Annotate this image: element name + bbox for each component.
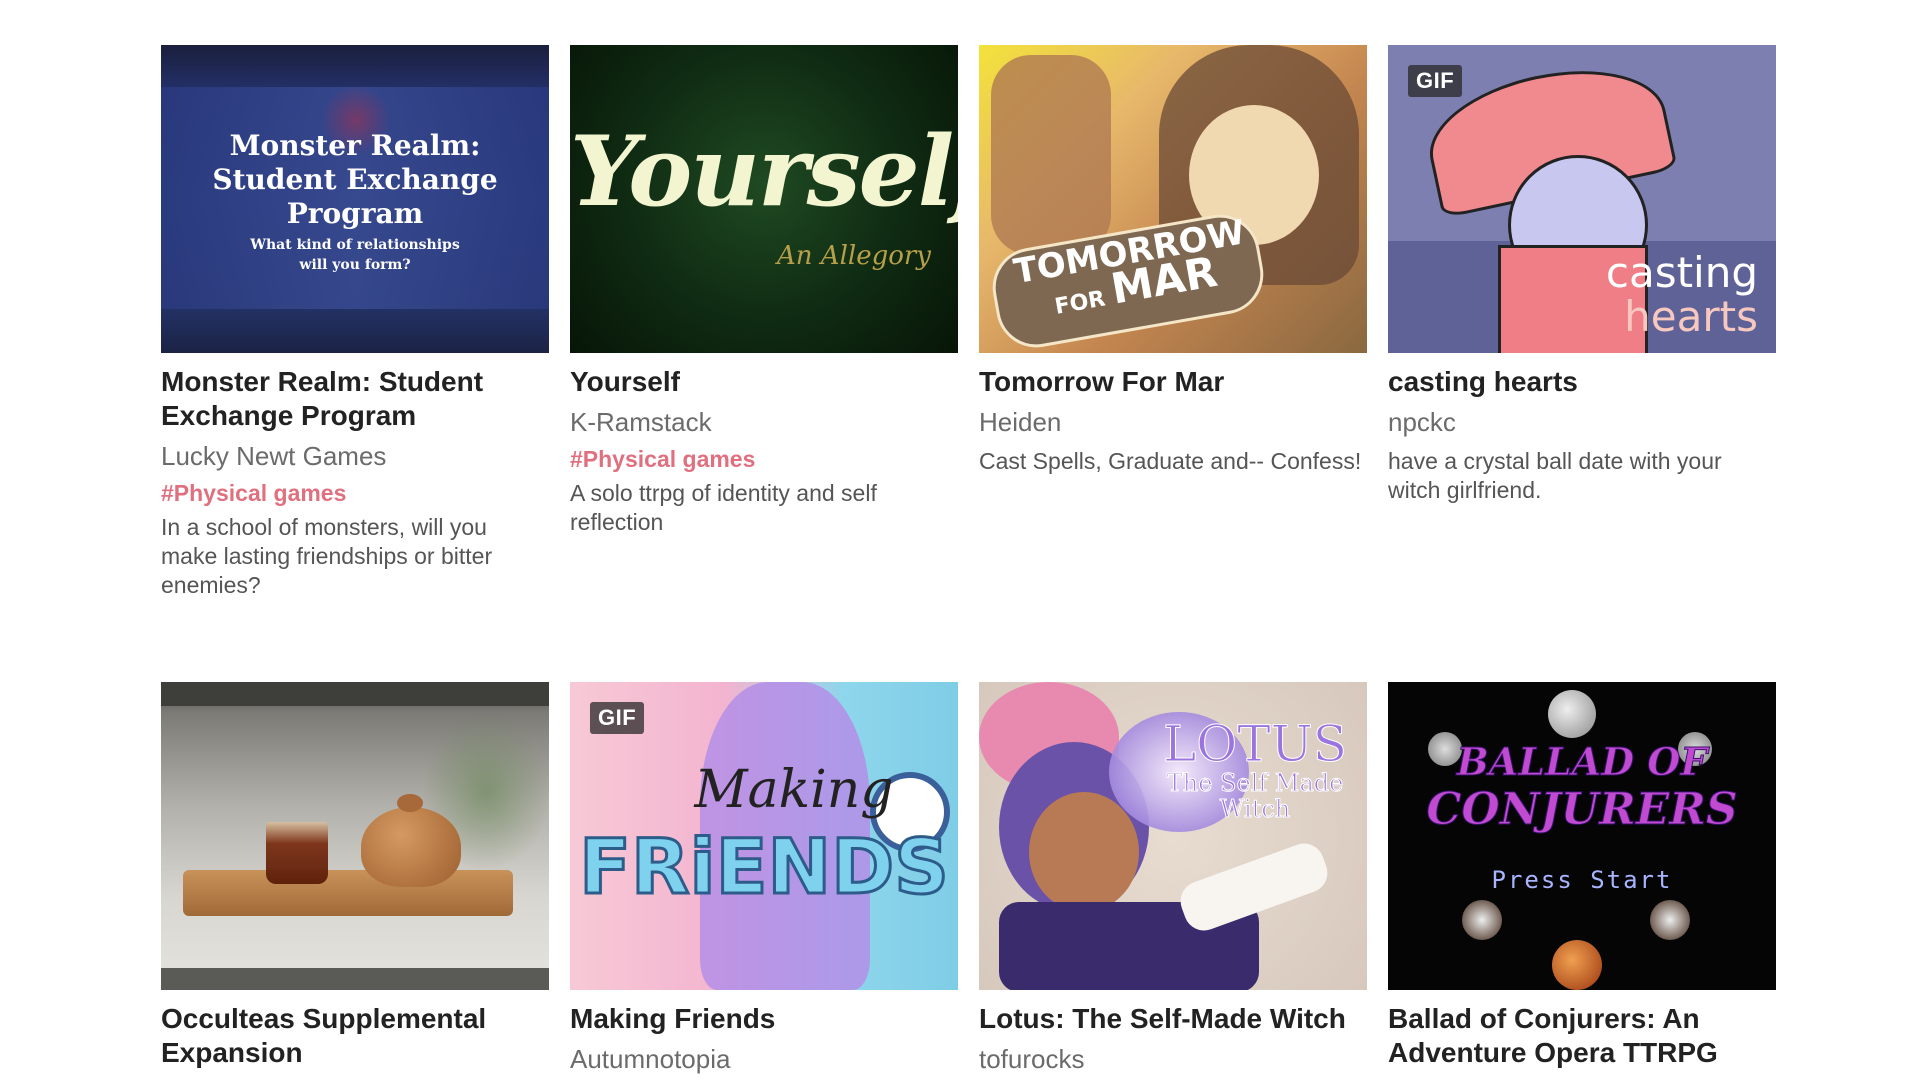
game-card: Monster Realm: Student Exchange Program …: [161, 45, 549, 600]
game-tag[interactable]: #Physical games: [161, 477, 549, 509]
game-card: GIF casting hearts casting hearts npckc …: [1388, 45, 1776, 600]
art-title-line: Program: [286, 197, 424, 230]
game-grid-row-1: Monster Realm: Student Exchange Program …: [161, 45, 1776, 600]
art-title-line: BALLAD OF: [1456, 739, 1708, 785]
game-title[interactable]: Occulteas Supplemental Expansion: [161, 1002, 549, 1070]
game-thumbnail[interactable]: BALLAD OF CONJURERS Press Start: [1388, 682, 1776, 990]
game-thumbnail[interactable]: TOMORROW FORMAR: [979, 45, 1367, 353]
game-description: In a school of monsters, will you make l…: [161, 514, 493, 598]
art-title-line: FRiENDS: [578, 821, 951, 913]
art-title-line: Making: [694, 760, 894, 820]
game-title[interactable]: Making Friends: [570, 1002, 958, 1036]
game-thumbnail[interactable]: GIF casting hearts: [1388, 45, 1776, 353]
art-press-start: Press Start: [1491, 866, 1673, 894]
art-title-line: Witch: [1219, 795, 1291, 823]
game-author[interactable]: npckc: [1388, 405, 1776, 439]
art-title-line: CONJURERS: [1426, 784, 1738, 835]
game-card: Occulteas Supplemental Expansion: [161, 682, 549, 1076]
art-title-line: LOTUS: [1163, 715, 1348, 773]
game-description: A solo ttrpg of identity and self reflec…: [570, 480, 877, 535]
game-author[interactable]: Lucky Newt Games: [161, 439, 549, 473]
game-author[interactable]: Heiden: [979, 405, 1367, 439]
game-thumbnail[interactable]: Yourself An Allegory: [570, 45, 958, 353]
game-thumbnail[interactable]: Monster Realm: Student Exchange Program …: [161, 45, 549, 353]
art-title: Yourself: [570, 115, 958, 228]
game-card: Yourself An Allegory Yourself K-Ramstack…: [570, 45, 958, 600]
game-description: Cast Spells, Graduate and-- Confess!: [979, 448, 1362, 474]
game-grid-row-2: Occulteas Supplemental Expansion GIF Mak…: [161, 682, 1776, 1076]
art-title-line: The Self Made: [1166, 769, 1344, 797]
art-title-line: Student Exchange: [212, 163, 498, 196]
art-title-line: Monster Realm:: [229, 129, 481, 162]
game-thumbnail[interactable]: LOTUS The Self Made Witch: [979, 682, 1367, 990]
game-title[interactable]: Monster Realm: Student Exchange Program: [161, 365, 549, 433]
gif-badge: GIF: [1408, 65, 1463, 97]
game-title[interactable]: casting hearts: [1388, 365, 1776, 399]
game-card: LOTUS The Self Made Witch Lotus: The Sel…: [979, 682, 1367, 1076]
game-description: have a crystal ball date with your witch…: [1388, 448, 1722, 503]
art-title-line: casting: [1605, 248, 1758, 297]
game-title[interactable]: Tomorrow For Mar: [979, 365, 1367, 399]
gif-badge: GIF: [590, 702, 645, 734]
game-title[interactable]: Ballad of Conjurers: An Adventure Opera …: [1388, 1002, 1776, 1070]
game-title[interactable]: Lotus: The Self-Made Witch: [979, 1002, 1367, 1036]
game-card: GIF Making FRiENDS Making Friends Autumn…: [570, 682, 958, 1076]
game-author[interactable]: tofurocks: [979, 1042, 1367, 1076]
game-card: TOMORROW FORMAR Tomorrow For Mar Heiden …: [979, 45, 1367, 600]
game-thumbnail[interactable]: [161, 682, 549, 990]
art-subtitle: An Allegory: [777, 241, 931, 271]
art-subtitle: What kind of relationships: [250, 237, 460, 253]
game-title[interactable]: Yourself: [570, 365, 958, 399]
game-author[interactable]: K-Ramstack: [570, 405, 958, 439]
game-thumbnail[interactable]: GIF Making FRiENDS: [570, 682, 958, 990]
game-tag[interactable]: #Physical games: [570, 443, 958, 475]
game-author[interactable]: Autumnotopia: [570, 1042, 958, 1076]
game-card: BALLAD OF CONJURERS Press Start Ballad o…: [1388, 682, 1776, 1076]
art-subtitle: will you form?: [299, 257, 411, 273]
art-title-line: hearts: [1624, 292, 1758, 341]
